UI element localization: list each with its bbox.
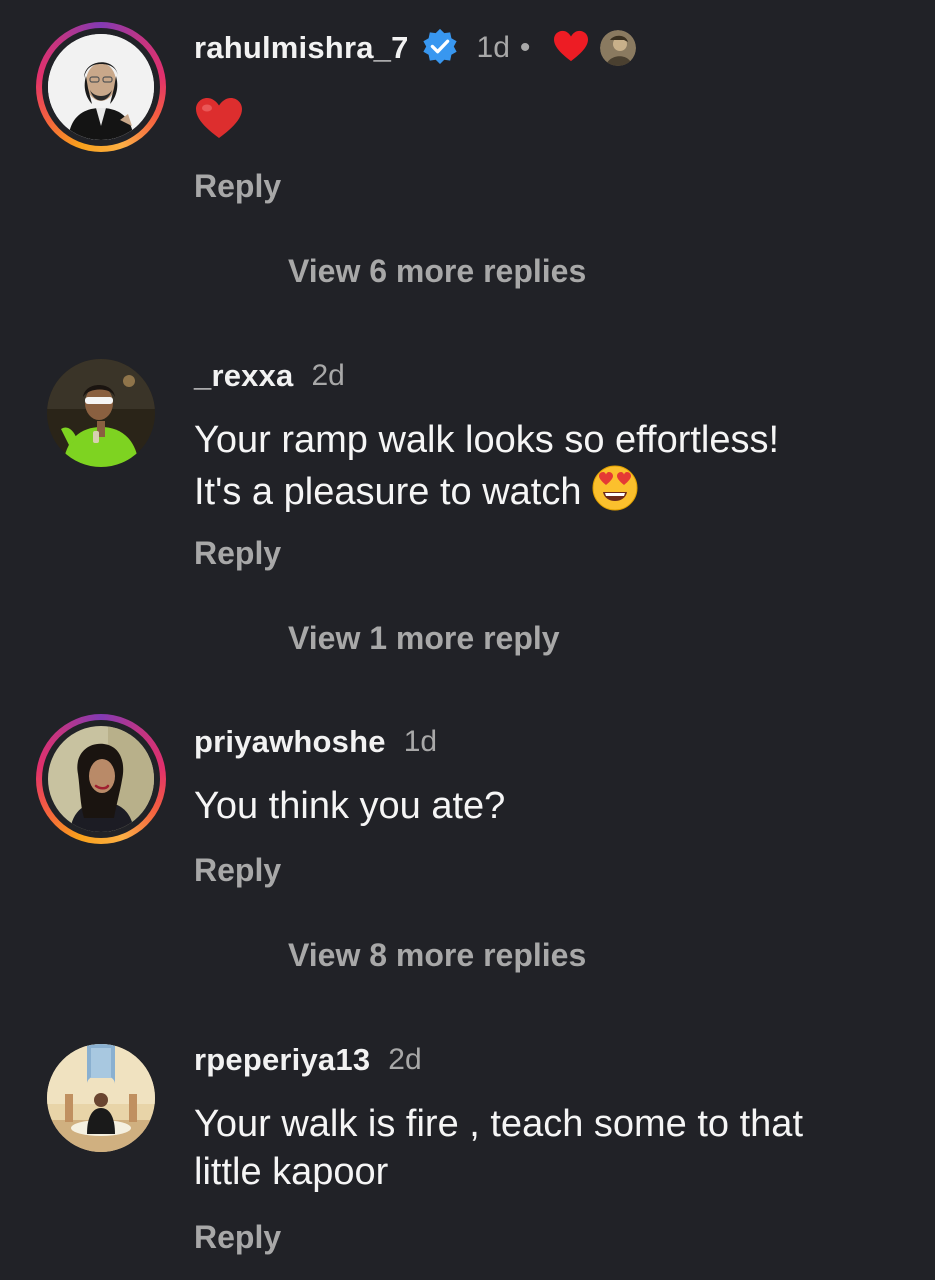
comment-time: 2d [311,359,345,392]
creator-liked-avatar [600,30,637,66]
avatar [48,34,154,140]
avatar [48,726,154,832]
username[interactable]: priyawhoshe [194,724,386,760]
comment-body [194,96,894,152]
heart-eyes-emoji-icon [581,465,639,513]
view-more-replies-button[interactable]: View 8 more replies [288,937,586,974]
reply-button[interactable]: Reply [194,535,281,572]
reply-button[interactable]: Reply [194,1219,281,1256]
separator-dot: • [519,31,531,64]
comment-time: 1d [476,31,510,64]
comment-body: Your ramp walk looks so effortless! It's… [194,416,894,516]
comment-header: _rexxa 2d [194,356,345,396]
comment-body-line-with-emoji: It's a pleasure to watch [194,464,894,516]
username[interactable]: _rexxa [194,358,293,394]
comment-header: priyawhoshe 1d [194,722,437,762]
username[interactable]: rahulmishra_7 [194,30,409,66]
comment-body-line: You think you ate? [194,785,506,827]
verified-badge-icon [409,27,459,70]
comment-body: Your walk is fire , teach some to that l… [194,1100,894,1196]
comment-body-line: little kapoor [194,1151,389,1193]
avatar-wrapper[interactable] [36,1033,166,1163]
reply-button[interactable]: Reply [194,852,281,889]
view-more-replies-button[interactable]: View 1 more reply [288,620,560,657]
comment-time: 1d [403,725,438,758]
comment-body-line: Your ramp walk looks so effortless! [194,419,780,461]
avatar-wrapper[interactable] [36,348,166,478]
comment-body-line-text: It's a pleasure to watch [194,471,582,513]
red-heart-emoji-icon [194,98,244,149]
reply-button[interactable]: Reply [194,168,281,205]
creator-liked-heart-icon [530,29,590,68]
comment-body: You think you ate? [194,782,894,830]
avatar-story-ring[interactable] [36,714,166,844]
avatar-story-ring[interactable] [36,22,166,152]
comment-header: rahulmishra_7 1d • [194,27,637,70]
comment-header: rpeperiya13 2d [194,1040,422,1080]
avatar [47,1044,155,1152]
username[interactable]: rpeperiya13 [194,1042,370,1078]
view-more-replies-button[interactable]: View 6 more replies [288,253,586,290]
avatar [47,359,155,467]
comment-body-line: Your walk is fire , teach some to that [194,1103,804,1145]
comment-time: 2d [388,1043,422,1076]
